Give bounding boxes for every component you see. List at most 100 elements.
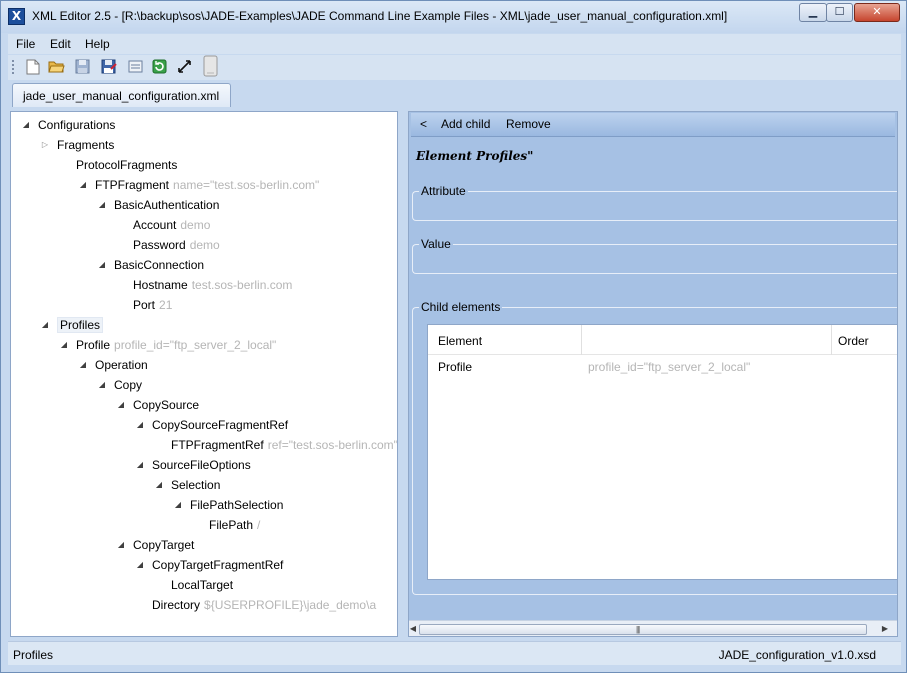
- column-separator[interactable]: [581, 325, 582, 355]
- app-window: X XML Editor 2.5 - [R:\backup\sos\JADE-E…: [0, 0, 907, 673]
- tree-node-label: Password: [133, 238, 186, 252]
- refresh-icon[interactable]: [151, 59, 168, 76]
- tab-document[interactable]: jade_user_manual_configuration.xml: [12, 83, 231, 107]
- collapse-arrow-icon[interactable]: ◢: [78, 176, 88, 194]
- tree-node-label: Account: [133, 218, 177, 232]
- tree-node-attribute: demo: [180, 218, 211, 232]
- collapse-arrow-icon[interactable]: ◢: [173, 496, 183, 514]
- child-elements-grid[interactable]: Element Order Profile profile_id="ftp_se…: [427, 324, 897, 580]
- tree-node-attribute: ${USERPROFILE}\jade_demo\a: [204, 598, 377, 612]
- collapse-arrow-icon[interactable]: ◢: [78, 356, 88, 374]
- menu-file[interactable]: File: [16, 37, 35, 51]
- collapse-arrow-icon[interactable]: ◢: [154, 476, 164, 494]
- tree-node-label: Fragments: [57, 138, 115, 152]
- tree-node-label: Profile: [76, 338, 111, 352]
- open-folder-icon[interactable]: [48, 59, 65, 76]
- collapse-arrow-icon[interactable]: ◢: [40, 316, 50, 334]
- remove-button[interactable]: Remove: [506, 117, 551, 131]
- collapse-arrow-icon[interactable]: ◢: [97, 256, 107, 274]
- tree-node-label: FTPFragmentRef: [171, 438, 264, 452]
- column-separator[interactable]: [831, 325, 832, 355]
- attribute-group: Attribute: [412, 184, 897, 221]
- tree-node-label: CopySourceFragmentRef: [152, 418, 289, 432]
- tree-node-label: Hostname: [133, 278, 188, 292]
- tree-node-attribute: ref="test.sos-berlin.com": [267, 438, 398, 452]
- toolbar-grip[interactable]: [12, 60, 15, 74]
- main-toolbar: [8, 55, 901, 80]
- close-button[interactable]: ✕: [854, 3, 900, 22]
- tree-node-label: SourceFileOptions: [152, 458, 251, 472]
- tree-node-label: Copy: [114, 378, 143, 392]
- xml-tree-panel[interactable]: ◢ Configurations ▷ Fragments ProtocolFragmen…: [10, 111, 398, 637]
- title-bar[interactable]: X XML Editor 2.5 - [R:\backup\sos\JADE-E…: [1, 1, 906, 33]
- value-label: Value: [419, 237, 453, 251]
- tree-node-label: CopyTarget: [133, 538, 195, 552]
- minimize-button[interactable]: ▁: [799, 3, 827, 22]
- menu-edit[interactable]: Edit: [50, 37, 71, 51]
- tree-node-attribute: /: [257, 518, 261, 532]
- status-bar: Profiles JADE_configuration_v1.0.xsd: [8, 641, 901, 665]
- save-icon[interactable]: [74, 59, 91, 76]
- tree-node-label: ProtocolFragments: [76, 158, 178, 172]
- tree-node-attribute: test.sos-berlin.com: [191, 278, 293, 292]
- status-schema: JADE_configuration_v1.0.xsd: [718, 648, 876, 662]
- tree-node-attribute: name="test.sos-berlin.com": [173, 178, 320, 192]
- tree-node-attribute: demo: [189, 238, 220, 252]
- collapse-arrow-icon[interactable]: ◢: [97, 196, 107, 214]
- expand-icon[interactable]: [176, 59, 193, 76]
- menu-help[interactable]: Help: [85, 37, 110, 51]
- collapse-arrow-icon[interactable]: ◢: [21, 116, 31, 134]
- app-logo-icon: X: [8, 8, 25, 25]
- scroll-left-icon[interactable]: ◀: [409, 623, 419, 635]
- scroll-right-icon[interactable]: ▶: [879, 623, 891, 635]
- maximize-button[interactable]: ☐: [826, 3, 853, 22]
- tree-node-label: Configurations: [38, 118, 116, 132]
- value-group: Value: [412, 237, 897, 274]
- attribute-label: Attribute: [419, 184, 468, 198]
- tree-node-label: CopySource: [133, 398, 200, 412]
- document-icon[interactable]: [202, 55, 219, 80]
- expand-arrow-icon[interactable]: ▷: [40, 136, 50, 154]
- tree-node-label: Directory: [152, 598, 201, 612]
- save-as-icon[interactable]: [100, 59, 117, 76]
- add-child-button[interactable]: Add child: [441, 117, 490, 131]
- grid-header: Element Order: [428, 325, 897, 355]
- collapse-arrow-icon[interactable]: ◢: [135, 456, 145, 474]
- collapse-arrow-icon[interactable]: ◢: [97, 376, 107, 394]
- tree-node-label: FTPFragment: [95, 178, 170, 192]
- child-elements-label: Child elements: [419, 300, 503, 314]
- tree-node-label: BasicAuthentication: [114, 198, 220, 212]
- new-file-icon[interactable]: [24, 59, 41, 76]
- element-heading: Element Profiles": [416, 149, 534, 163]
- tree-node-label: CopyTargetFragmentRef: [152, 558, 284, 572]
- collapse-arrow-icon[interactable]: ◢: [116, 536, 126, 554]
- tree-node-label: Operation: [95, 358, 148, 372]
- cell-element: Profile: [438, 360, 473, 374]
- collapse-arrow-icon[interactable]: ◢: [135, 556, 145, 574]
- element-editor-panel: < Add child Remove Element Profiles" Att…: [408, 111, 898, 637]
- tree-node-attribute: 21: [159, 298, 173, 312]
- panel-splitter[interactable]: [399, 111, 407, 637]
- collapse-arrow-icon[interactable]: ◢: [135, 416, 145, 434]
- window-title: XML Editor 2.5 - [R:\backup\sos\JADE-Exa…: [32, 9, 728, 23]
- menu-bar: File Edit Help: [8, 34, 901, 54]
- column-header-element[interactable]: Element: [438, 334, 482, 348]
- validate-icon[interactable]: [127, 59, 144, 76]
- collapse-arrow-icon[interactable]: ◢: [59, 336, 69, 354]
- tree-node-attribute: profile_id="ftp_server_2_local": [114, 338, 277, 352]
- tree-node-label: Selection: [171, 478, 221, 492]
- horizontal-scrollbar[interactable]: ◀ ||| ▶: [409, 620, 897, 636]
- column-header-order[interactable]: Order: [838, 334, 869, 348]
- tree-node-label: BasicConnection: [114, 258, 205, 272]
- tree-node-label: Profiles: [57, 317, 104, 333]
- tree-node-label: FilePathSelection: [190, 498, 284, 512]
- tree-node-label: Port: [133, 298, 156, 312]
- scrollbar-grip: |||: [636, 625, 640, 634]
- back-button[interactable]: <: [420, 117, 427, 131]
- cell-attribute: profile_id="ftp_server_2_local": [588, 360, 751, 374]
- status-current-element: Profiles: [13, 648, 54, 662]
- scrollbar-thumb[interactable]: |||: [419, 624, 867, 635]
- collapse-arrow-icon[interactable]: ◢: [116, 396, 126, 414]
- table-row[interactable]: Profile profile_id="ftp_server_2_local": [428, 356, 897, 378]
- tree-node-label: FilePath: [209, 518, 254, 532]
